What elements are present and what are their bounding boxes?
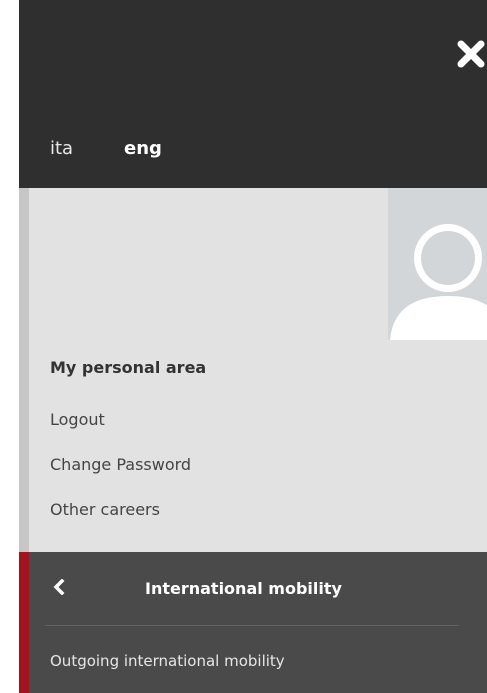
logout-link[interactable]: Logout xyxy=(50,410,105,429)
chevron-left-icon xyxy=(53,579,65,595)
side-menu-panel: ita eng My personal area Logout Change P… xyxy=(19,0,487,693)
back-button[interactable]: International mobility xyxy=(29,552,487,624)
close-icon xyxy=(457,40,485,68)
personal-area-section: My personal area Logout Change Password … xyxy=(19,188,487,552)
menu-header: ita eng xyxy=(19,0,487,188)
menu-section-title: International mobility xyxy=(145,579,342,598)
menu-divider xyxy=(45,625,459,626)
user-avatar-icon xyxy=(390,224,487,340)
menu-item-outgoing-international-mobility[interactable]: Outgoing international mobility xyxy=(50,652,285,670)
section-menu: International mobility Outgoing internat… xyxy=(19,552,487,693)
language-eng[interactable]: eng xyxy=(124,138,162,159)
avatar xyxy=(388,188,487,340)
change-password-link[interactable]: Change Password xyxy=(50,455,191,474)
other-careers-link[interactable]: Other careers xyxy=(50,500,160,519)
personal-area-title: My personal area xyxy=(50,358,207,377)
close-button[interactable] xyxy=(455,38,487,70)
language-ita[interactable]: ita xyxy=(50,138,73,159)
